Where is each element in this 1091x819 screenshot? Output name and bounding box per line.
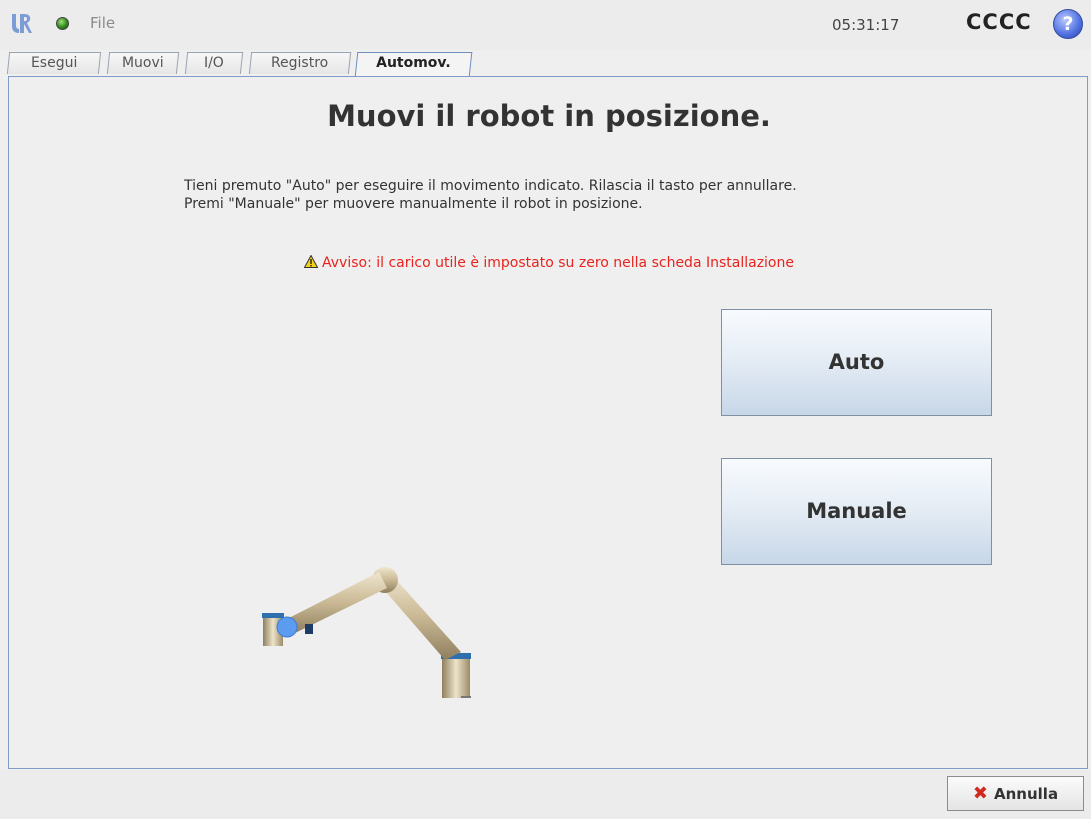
robot-arm-preview — [262, 567, 471, 698]
tab-automov[interactable]: Automov. — [354, 52, 473, 77]
file-menu[interactable]: File — [90, 14, 115, 32]
instruction-line-2: Premi "Manuale" per muovere manualmente … — [184, 196, 643, 212]
top-bar: File 05:31:17 CCCC ? — [0, 0, 1091, 50]
ur-logo-icon — [12, 14, 32, 33]
auto-button[interactable]: Auto — [721, 309, 992, 416]
help-icon[interactable]: ? — [1053, 9, 1083, 39]
warning-text: Avviso: il carico utile è impostato su z… — [322, 255, 794, 271]
tab-esegui[interactable]: Esegui — [6, 52, 102, 74]
instruction-line-1: Tieni premuto "Auto" per eseguire il mov… — [184, 178, 797, 194]
tab-io[interactable]: I/O — [184, 52, 244, 74]
tab-muovi[interactable]: Muovi — [106, 52, 180, 74]
cancel-label: Annulla — [994, 784, 1059, 803]
payload-warning: Avviso: il carico utile è impostato su z… — [9, 255, 1089, 271]
robot-name: CCCC — [966, 10, 1032, 34]
clock: 05:31:17 — [832, 16, 900, 34]
instructions: Tieni premuto "Auto" per eseguire il mov… — [184, 177, 797, 213]
status-dot-icon — [56, 17, 69, 30]
warning-triangle-icon — [304, 255, 319, 268]
bottom-bar: ✖ Annulla — [0, 770, 1091, 819]
cancel-x-icon: ✖ — [972, 783, 989, 804]
page-title: Muovi il robot in posizione. — [327, 99, 771, 133]
automove-panel: Muovi il robot in posizione. Tieni premu… — [8, 76, 1088, 769]
tab-registro[interactable]: Registro — [248, 52, 352, 74]
cancel-button[interactable]: ✖ Annulla — [947, 776, 1084, 811]
manual-button[interactable]: Manuale — [721, 458, 992, 565]
